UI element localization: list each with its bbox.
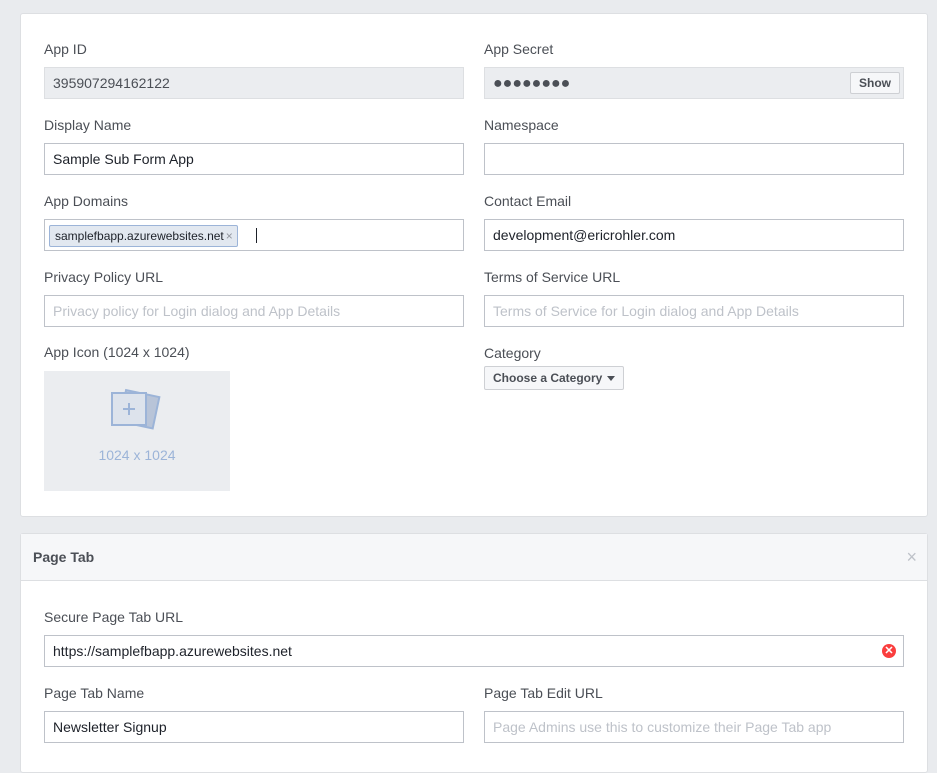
page-tab-edit-url-input[interactable]: Page Admins use this to customize their …: [484, 711, 904, 743]
app-id-value: 395907294162122: [53, 75, 170, 91]
contact-email-input[interactable]: development@ericrohler.com: [484, 219, 904, 251]
privacy-policy-field: Privacy Policy URL Privacy policy for Lo…: [44, 268, 464, 327]
app-secret-input[interactable]: ●●●●●●●● Show: [484, 67, 904, 99]
category-field: Category Choose a Category: [484, 344, 904, 390]
app-icon-label: App Icon (1024 x 1024): [44, 344, 190, 360]
terms-of-service-label: Terms of Service URL: [484, 269, 621, 285]
page-tab-edit-url-placeholder: Page Admins use this to customize their …: [493, 719, 832, 735]
namespace-label: Namespace: [484, 117, 559, 133]
app-icon-upload[interactable]: 1024 x 1024: [44, 371, 230, 491]
app-icon-field: App Icon (1024 x 1024) 1024 x 1024: [44, 343, 464, 491]
basic-settings-card: App ID 395907294162122 App Secret ●●●●●●…: [20, 13, 928, 517]
category-label: Category: [484, 345, 541, 361]
choose-category-label: Choose a Category: [493, 371, 603, 385]
app-secret-field: App Secret ●●●●●●●● Show: [484, 40, 904, 99]
page-tab-name-label: Page Tab Name: [44, 685, 145, 701]
page-tab-name-field: Page Tab Name Newsletter Signup: [44, 684, 464, 743]
secure-url-input[interactable]: https://samplefbapp.azurewebsites.net ✕: [44, 635, 904, 667]
secure-url-value: https://samplefbapp.azurewebsites.net: [53, 643, 292, 659]
terms-of-service-field: Terms of Service URL Terms of Service fo…: [484, 268, 904, 327]
page-tab-card: Page Tab × Secure Page Tab URL https://s…: [20, 533, 928, 773]
choose-category-button[interactable]: Choose a Category: [484, 366, 625, 390]
page-tab-name-input[interactable]: Newsletter Signup: [44, 711, 464, 743]
secure-url-field: Secure Page Tab URL https://samplefbapp.…: [44, 608, 904, 667]
app-id-input[interactable]: 395907294162122: [44, 67, 464, 99]
app-domains-field: App Domains samplefbapp.azurewebsites.ne…: [44, 192, 464, 251]
page-tab-edit-url-field: Page Tab Edit URL Page Admins use this t…: [484, 684, 904, 743]
contact-email-field: Contact Email development@ericrohler.com: [484, 192, 904, 251]
privacy-policy-placeholder: Privacy policy for Login dialog and App …: [53, 303, 341, 319]
clear-icon[interactable]: ✕: [882, 644, 896, 658]
display-name-field: Display Name Sample Sub Form App: [44, 116, 464, 175]
close-icon[interactable]: ×: [906, 548, 917, 566]
app-id-field: App ID 395907294162122: [44, 40, 464, 99]
terms-of-service-input[interactable]: Terms of Service for Login dialog and Ap…: [484, 295, 904, 327]
page-tab-edit-url-label: Page Tab Edit URL: [484, 685, 603, 701]
display-name-label: Display Name: [44, 117, 132, 133]
app-secret-label: App Secret: [484, 41, 554, 57]
namespace-field: Namespace: [484, 116, 904, 175]
app-domains-label: App Domains: [44, 193, 129, 209]
add-image-icon: [111, 388, 161, 430]
secure-url-label: Secure Page Tab URL: [44, 609, 184, 625]
display-name-input[interactable]: Sample Sub Form App: [44, 143, 464, 175]
remove-token-icon[interactable]: ×: [226, 229, 233, 243]
app-domains-input[interactable]: samplefbapp.azurewebsites.net ×: [44, 219, 464, 251]
page-tab-header: Page Tab ×: [21, 534, 927, 581]
contact-email-value: development@ericrohler.com: [493, 227, 676, 243]
app-icon-size-text: 1024 x 1024: [98, 447, 176, 463]
page-tab-title: Page Tab: [33, 549, 95, 565]
domain-token: samplefbapp.azurewebsites.net ×: [49, 225, 238, 247]
text-cursor: [256, 228, 257, 243]
terms-of-service-placeholder: Terms of Service for Login dialog and Ap…: [493, 303, 799, 319]
privacy-policy-input[interactable]: Privacy policy for Login dialog and App …: [44, 295, 464, 327]
display-name-value: Sample Sub Form App: [53, 151, 194, 167]
app-secret-value: ●●●●●●●●: [493, 75, 571, 92]
app-id-label: App ID: [44, 41, 87, 57]
caret-down-icon: [607, 376, 616, 382]
privacy-policy-label: Privacy Policy URL: [44, 269, 164, 285]
domain-token-label: samplefbapp.azurewebsites.net: [55, 229, 224, 243]
page-tab-name-value: Newsletter Signup: [53, 719, 167, 735]
contact-email-label: Contact Email: [484, 193, 572, 209]
show-secret-button[interactable]: Show: [850, 72, 900, 94]
namespace-input[interactable]: [484, 143, 904, 175]
